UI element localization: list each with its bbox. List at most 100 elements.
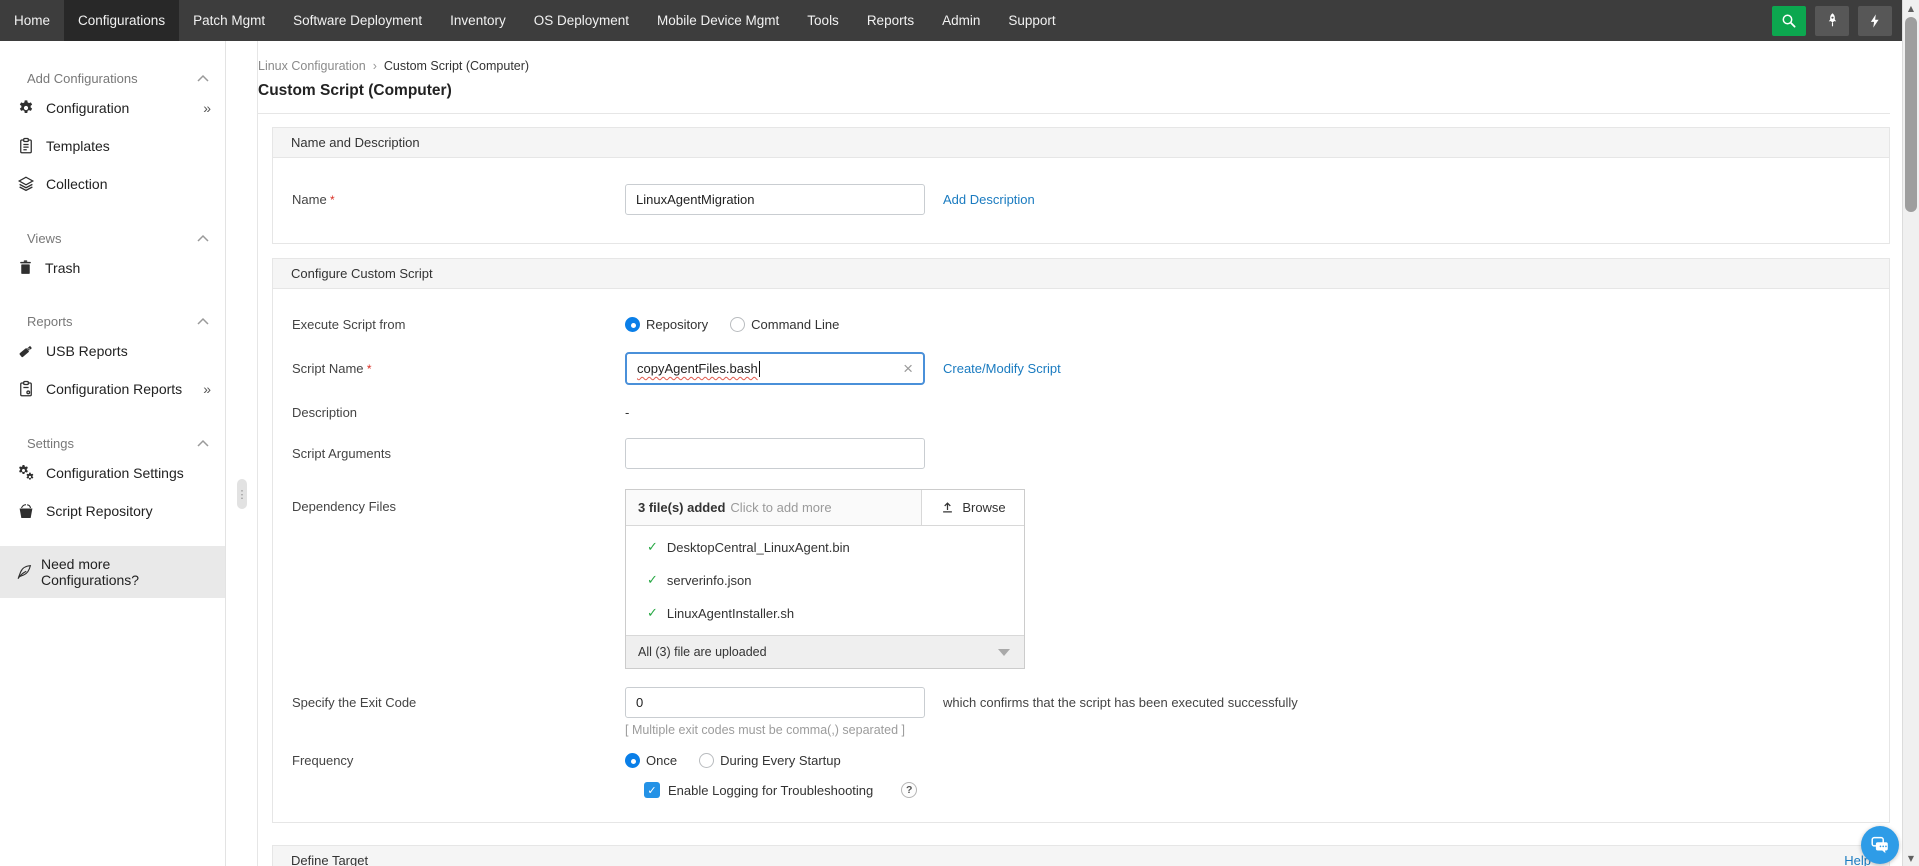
breadcrumb-separator-icon: › <box>372 59 377 73</box>
scrollbar-down-arrow[interactable]: ▼ <box>1903 850 1919 866</box>
exit-code-input[interactable] <box>625 687 925 718</box>
sidebar-item-configuration-reports[interactable]: Configuration Reports » <box>0 370 225 408</box>
dependency-file-row[interactable]: ✓ serverinfo.json <box>626 564 1024 597</box>
lightning-bolt-icon <box>1867 13 1883 29</box>
enable-logging-checkbox[interactable]: ✓ <box>644 782 660 798</box>
nav-item-software-deployment[interactable]: Software Deployment <box>279 0 436 41</box>
breadcrumb-linux-configuration[interactable]: Linux Configuration <box>258 59 366 73</box>
chevron-up-icon[interactable] <box>197 74 209 82</box>
dropdown-arrow-icon <box>998 648 1010 656</box>
create-modify-script-link[interactable]: Create/Modify Script <box>943 361 1061 376</box>
browse-button-label: Browse <box>962 500 1006 515</box>
dependency-file-row[interactable]: ✓ LinuxAgentInstaller.sh <box>626 597 1024 630</box>
sidebar-section-title-reports: Reports <box>27 313 73 329</box>
chevron-up-icon[interactable] <box>197 234 209 242</box>
dependency-file-row[interactable]: ✓ DesktopCentral_LinuxAgent.bin <box>626 531 1024 564</box>
window-scrollbar: ▲ ▼ <box>1902 0 1919 866</box>
nav-item-tools[interactable]: Tools <box>793 0 853 41</box>
sidebar-item-label: Script Repository <box>46 503 153 519</box>
nav-item-patch-mgmt[interactable]: Patch Mgmt <box>179 0 279 41</box>
sidebar-item-templates[interactable]: Templates <box>0 127 225 165</box>
radio-during-every-startup-label: During Every Startup <box>720 753 841 768</box>
double-gear-icon <box>17 464 35 482</box>
script-name-input[interactable]: copyAgentFiles.bash × <box>625 352 925 385</box>
sidebar-item-script-repository[interactable]: Script Repository <box>0 492 225 530</box>
nav-item-admin[interactable]: Admin <box>928 0 994 41</box>
nav-item-support[interactable]: Support <box>994 0 1069 41</box>
sidebar-section-title-views: Views <box>27 230 62 246</box>
sidebar-item-label: USB Reports <box>46 343 128 359</box>
dependency-add-more-area[interactable]: 3 file(s) added Click to add more <box>626 490 921 525</box>
sidebar-item-label: Templates <box>46 138 110 154</box>
sidebar-item-configuration-settings[interactable]: Configuration Settings <box>0 454 225 492</box>
main-content: Linux Configuration › Custom Script (Com… <box>258 41 1902 866</box>
radio-selected-icon <box>625 753 640 768</box>
execute-script-from-radio-group: Repository Command Line <box>625 317 839 332</box>
clipboard-icon <box>17 137 35 155</box>
sidebar-item-usb-reports[interactable]: USB Reports <box>0 332 225 370</box>
upload-status-text: All (3) file are uploaded <box>638 645 767 659</box>
sidebar-item-collection[interactable]: Collection <box>0 165 225 203</box>
frequency-label: Frequency <box>292 753 354 768</box>
nav-item-os-deployment[interactable]: OS Deployment <box>520 0 643 41</box>
sidebar-section-title-add-configurations: Add Configurations <box>27 70 138 86</box>
clear-input-icon[interactable]: × <box>901 360 915 377</box>
quick-actions-button[interactable] <box>1858 5 1892 36</box>
configure-custom-script-section: Configure Custom Script Execute Script f… <box>272 258 1890 823</box>
quill-pen-icon <box>15 563 33 581</box>
help-question-badge[interactable]: ? <box>901 782 918 798</box>
name-and-description-section: Name and Description Name Add Descriptio… <box>272 127 1890 244</box>
dependency-files-box: 3 file(s) added Click to add more Browse… <box>625 489 1025 669</box>
radio-repository[interactable]: Repository <box>625 317 708 332</box>
radio-selected-icon <box>625 317 640 332</box>
sidebar-splitter-handle[interactable]: ⋮ <box>237 479 248 509</box>
sidebar-section-title-settings: Settings <box>27 435 74 451</box>
add-description-link[interactable]: Add Description <box>943 192 1035 207</box>
frequency-radio-group: Once During Every Startup <box>625 753 841 768</box>
report-gear-icon <box>17 380 35 398</box>
chat-bubbles-icon <box>1869 834 1891 856</box>
search-button[interactable] <box>1772 5 1806 36</box>
dependency-file-list: ✓ DesktopCentral_LinuxAgent.bin ✓ server… <box>626 526 1024 635</box>
script-arguments-input[interactable] <box>625 438 925 469</box>
getting-started-button[interactable] <box>1815 5 1849 36</box>
files-added-count: 3 file(s) added <box>638 500 726 515</box>
nav-item-mobile-device-mgmt[interactable]: Mobile Device Mgmt <box>643 0 793 41</box>
breadcrumb-current: Custom Script (Computer) <box>383 59 530 73</box>
chevron-up-icon[interactable] <box>197 317 209 325</box>
nav-item-home[interactable]: Home <box>0 0 64 41</box>
uploaded-check-icon: ✓ <box>647 573 658 588</box>
section-title-configure-custom-script: Configure Custom Script <box>291 266 433 281</box>
sidebar-item-label: Configuration Reports <box>46 381 183 397</box>
page-title: Custom Script (Computer) <box>258 82 452 99</box>
click-to-add-more-text: Click to add more <box>730 500 832 515</box>
sidebar-item-trash[interactable]: Trash <box>0 249 225 286</box>
chevron-up-icon[interactable] <box>197 439 209 447</box>
chat-support-button[interactable] <box>1861 826 1899 864</box>
search-icon <box>1780 12 1798 30</box>
scrollbar-up-arrow[interactable]: ▲ <box>1903 0 1919 16</box>
uploaded-check-icon: ✓ <box>647 540 658 555</box>
radio-repository-label: Repository <box>646 317 709 332</box>
radio-command-line[interactable]: Command Line <box>730 317 839 332</box>
browse-button[interactable]: Browse <box>921 490 1024 525</box>
nav-item-inventory[interactable]: Inventory <box>436 0 520 41</box>
need-more-configurations-link[interactable]: Need more Configurations? <box>0 546 225 598</box>
rocket-icon <box>1824 12 1841 29</box>
sidebar-item-configuration[interactable]: Configuration » <box>0 89 225 127</box>
radio-unselected-icon <box>699 753 715 768</box>
breadcrumb: Linux Configuration › Custom Script (Com… <box>258 59 1890 73</box>
description-label: Description <box>292 405 358 420</box>
exit-code-hint: [ Multiple exit codes must be comma(,) s… <box>625 723 905 737</box>
radio-during-every-startup[interactable]: During Every Startup <box>699 753 841 768</box>
text-caret <box>758 360 760 377</box>
scrollbar-thumb[interactable] <box>1905 17 1917 212</box>
upload-status-dropdown[interactable]: All (3) file are uploaded <box>626 635 1024 668</box>
name-input[interactable] <box>625 184 925 215</box>
exit-code-suffix-text: which confirms that the script has been … <box>943 695 1298 710</box>
layers-plus-icon <box>17 175 35 193</box>
nav-item-configurations[interactable]: Configurations <box>64 0 180 41</box>
radio-once[interactable]: Once <box>625 753 677 768</box>
nav-item-reports[interactable]: Reports <box>853 0 928 41</box>
script-bucket-icon <box>17 502 35 520</box>
